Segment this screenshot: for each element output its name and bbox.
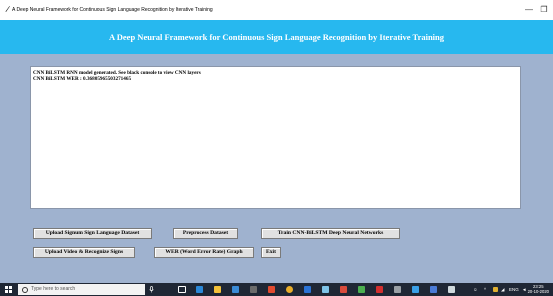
- app-icon-6[interactable]: [358, 286, 365, 293]
- app-icon-10[interactable]: [448, 286, 455, 293]
- people-icon[interactable]: ☺: [473, 283, 478, 296]
- main-content: CNN BiLSTM RNN model generated. See blac…: [0, 54, 553, 276]
- header-title: A Deep Neural Framework for Continuous S…: [108, 32, 445, 42]
- network-icon[interactable]: ◢: [501, 283, 504, 296]
- app-icon-2[interactable]: [268, 286, 275, 293]
- feather-app-icon: [5, 6, 10, 12]
- train-model-button[interactable]: Train CNN-BiLSTM Deep Neural Networks: [261, 228, 400, 239]
- minimize-button[interactable]: —: [523, 4, 535, 16]
- wer-graph-button[interactable]: WER (Word Error Rate) Graph: [154, 247, 254, 258]
- microphone-icon[interactable]: [148, 286, 155, 293]
- console-line: CNN BiLSTM WER : 0.36805965503271465: [33, 76, 132, 82]
- windows-taskbar: Type here to search ☺ ^ ◢ ENG ◄ 23:25 20…: [0, 283, 553, 296]
- app-icon-4[interactable]: [322, 286, 329, 293]
- windows-start-icon[interactable]: [5, 286, 12, 293]
- acrobat-icon[interactable]: [376, 286, 383, 293]
- system-clock[interactable]: 23:25 20-10-2020: [528, 284, 549, 294]
- file-explorer-icon[interactable]: [214, 286, 221, 293]
- show-hidden-icons-chevron-icon[interactable]: ^: [484, 283, 486, 296]
- exit-button[interactable]: Exit: [261, 247, 281, 258]
- upload-dataset-button[interactable]: Upload Signum Sign Language Dataset: [33, 228, 152, 239]
- volume-icon[interactable]: ◄: [522, 283, 526, 296]
- taskbar-search-input[interactable]: Type here to search: [18, 284, 145, 295]
- cortana-circle-icon: [22, 287, 28, 293]
- app-header: A Deep Neural Framework for Continuous S…: [0, 20, 553, 54]
- window-title: A Deep Neural Framework for Continuous S…: [12, 7, 213, 13]
- edge-browser-icon[interactable]: [196, 286, 203, 293]
- app-icon-5[interactable]: [340, 286, 347, 293]
- store-icon[interactable]: [232, 286, 239, 293]
- app-icon-3[interactable]: [304, 286, 311, 293]
- restore-button[interactable]: ❐: [538, 4, 550, 16]
- clock-date: 20-10-2020: [527, 289, 549, 294]
- language-indicator[interactable]: ENG: [509, 283, 519, 296]
- app-icon-7[interactable]: [394, 286, 401, 293]
- tray-app-icon[interactable]: [493, 287, 498, 292]
- app-icon-1[interactable]: [250, 286, 257, 293]
- upload-video-button[interactable]: Upload Video & Recognize Signs: [33, 247, 135, 258]
- app-icon-9[interactable]: [430, 286, 437, 293]
- search-placeholder: Type here to search: [31, 286, 76, 292]
- output-text-area[interactable]: CNN BiLSTM RNN model generated. See blac…: [30, 66, 521, 209]
- app-icon-8[interactable]: [412, 286, 419, 293]
- chrome-icon[interactable]: [286, 286, 293, 293]
- preprocess-dataset-button[interactable]: Preprocess Dataset: [173, 228, 238, 239]
- window-titlebar: A Deep Neural Framework for Continuous S…: [0, 0, 553, 20]
- task-view-icon[interactable]: [178, 286, 186, 293]
